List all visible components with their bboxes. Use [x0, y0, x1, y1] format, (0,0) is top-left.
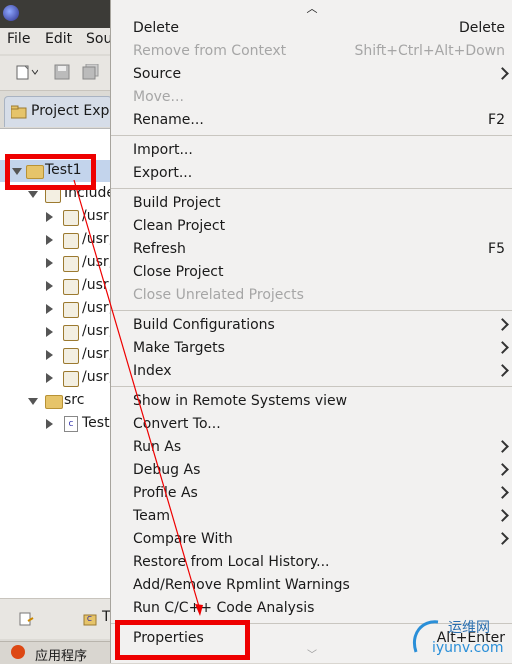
svg-text:运维网: 运维网 — [448, 620, 490, 636]
annotation-arrow — [73, 179, 203, 616]
watermark-logo: 运维网 iyunv.com — [408, 612, 508, 658]
svg-text:iyunv.com: iyunv.com — [432, 640, 503, 656]
